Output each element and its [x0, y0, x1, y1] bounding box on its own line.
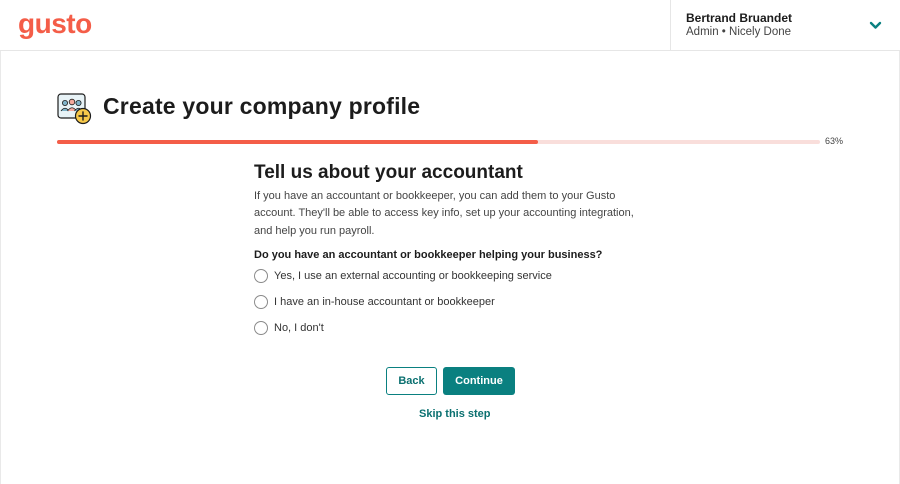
progress-percentage: 63%: [825, 136, 844, 146]
back-button[interactable]: Back: [386, 367, 437, 395]
continue-button[interactable]: Continue: [443, 367, 515, 395]
gusto-logo[interactable]: gusto: [18, 8, 92, 40]
progress-bar-fill: [57, 140, 538, 144]
user-name: Bertrand Bruandet: [686, 11, 793, 25]
option-label: Yes, I use an external accounting or boo…: [274, 270, 552, 282]
chevron-down-icon[interactable]: [869, 19, 882, 32]
option-label: No, I don't: [274, 322, 324, 334]
skip-step-link[interactable]: Skip this step: [419, 408, 491, 420]
section-title: Tell us about your accountant: [254, 162, 523, 183]
option-external-service[interactable]: Yes, I use an external accounting or boo…: [254, 268, 552, 284]
radio-in-house[interactable]: [254, 295, 268, 309]
section-description: If you have an accountant or bookkeeper,…: [254, 190, 634, 237]
option-label: I have an in-house accountant or bookkee…: [274, 296, 495, 308]
user-role: Admin • Nicely Done: [686, 26, 792, 38]
top-navigation-bar: gusto Bertrand Bruandet Admin • Nicely D…: [0, 0, 900, 51]
user-menu[interactable]: Bertrand Bruandet Admin • Nicely Done: [670, 0, 900, 51]
accountant-question: Do you have an accountant or bookkeeper …: [254, 249, 603, 261]
option-in-house[interactable]: I have an in-house accountant or bookkee…: [254, 294, 495, 310]
page-title: Create your company profile: [103, 93, 421, 119]
radio-external-service[interactable]: [254, 269, 268, 283]
progress-bar: [57, 140, 820, 144]
option-none[interactable]: No, I don't: [254, 320, 324, 336]
company-people-add-icon: [57, 93, 92, 125]
radio-none[interactable]: [254, 321, 268, 335]
